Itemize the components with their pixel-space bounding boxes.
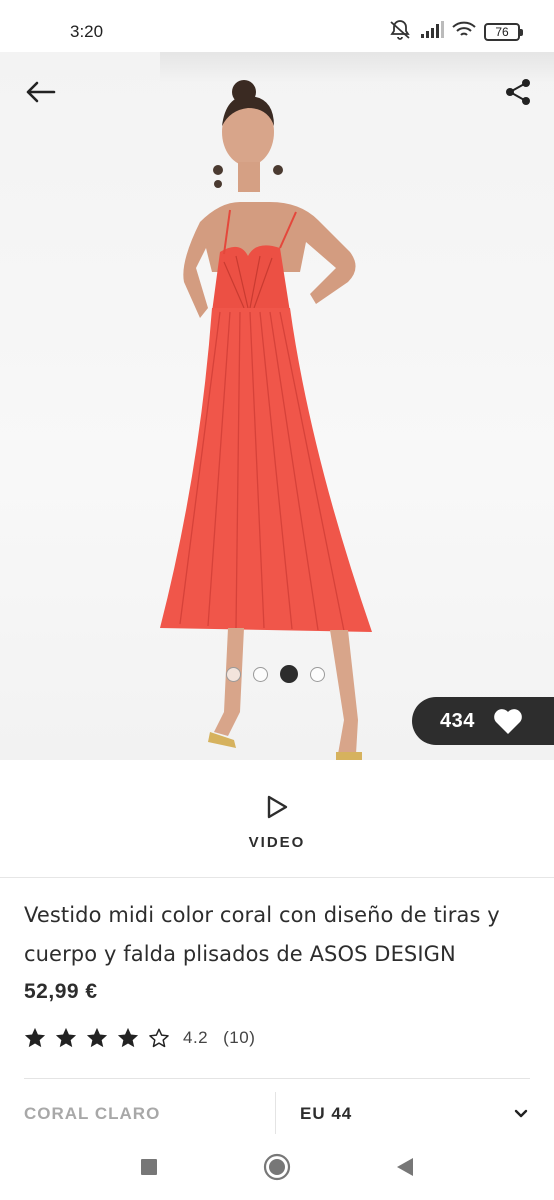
signal-icon — [420, 20, 444, 44]
gallery-dot[interactable] — [226, 666, 241, 682]
save-for-later-button[interactable]: 434 — [412, 697, 554, 745]
battery-icon: 76 — [484, 23, 523, 41]
product-price: 52,99 € — [24, 980, 98, 1003]
heart-icon — [494, 709, 522, 734]
mute-icon — [388, 19, 412, 46]
gallery-dot[interactable] — [253, 666, 268, 682]
status-icons: 76 — [388, 19, 523, 46]
gallery-pagination — [226, 664, 325, 684]
triangle-back-icon — [397, 1158, 413, 1176]
colour-label: CORAL CLARO — [24, 1092, 276, 1136]
divider — [24, 1078, 530, 1079]
rating-value: 4.2 — [183, 1028, 209, 1047]
star-filled-icon — [117, 1027, 139, 1048]
square-icon — [141, 1159, 157, 1175]
product-image — [160, 80, 372, 760]
star-empty-icon — [149, 1028, 169, 1048]
size-dropdown[interactable]: EU 44 — [276, 1092, 530, 1136]
gallery-dot[interactable] — [310, 666, 325, 682]
product-title: Vestido midi color coral con diseño de t… — [24, 903, 500, 966]
product-image-gallery[interactable]: 434 — [0, 52, 554, 760]
rating-summary[interactable]: 4.2 (10) — [24, 1024, 255, 1052]
star-filled-icon — [55, 1027, 77, 1048]
circle-icon — [263, 1153, 291, 1181]
play-icon — [267, 795, 288, 819]
arrow-left-icon — [26, 81, 56, 103]
chevron-down-icon — [514, 1109, 528, 1118]
system-nav-bar — [0, 1134, 554, 1200]
product-options: CORAL CLARO EU 44 — [24, 1092, 530, 1136]
share-button[interactable] — [500, 74, 536, 110]
share-icon — [506, 79, 530, 105]
video-label: VIDEO — [248, 834, 306, 851]
video-button[interactable]: VIDEO — [0, 760, 554, 878]
status-bar: 3:20 76 — [0, 0, 554, 60]
home-button[interactable] — [262, 1152, 292, 1182]
size-value: EU 44 — [300, 1104, 353, 1123]
recents-button[interactable] — [134, 1152, 164, 1182]
gallery-dot-active[interactable] — [280, 665, 298, 683]
wifi-icon — [452, 21, 476, 44]
star-filled-icon — [24, 1027, 46, 1048]
back-nav-button[interactable] — [390, 1152, 420, 1182]
status-time: 3:20 — [70, 22, 104, 41]
star-filled-icon — [86, 1027, 108, 1048]
rating-count: (10) — [223, 1028, 256, 1047]
back-button[interactable] — [22, 74, 58, 110]
likes-count: 434 — [440, 709, 475, 732]
